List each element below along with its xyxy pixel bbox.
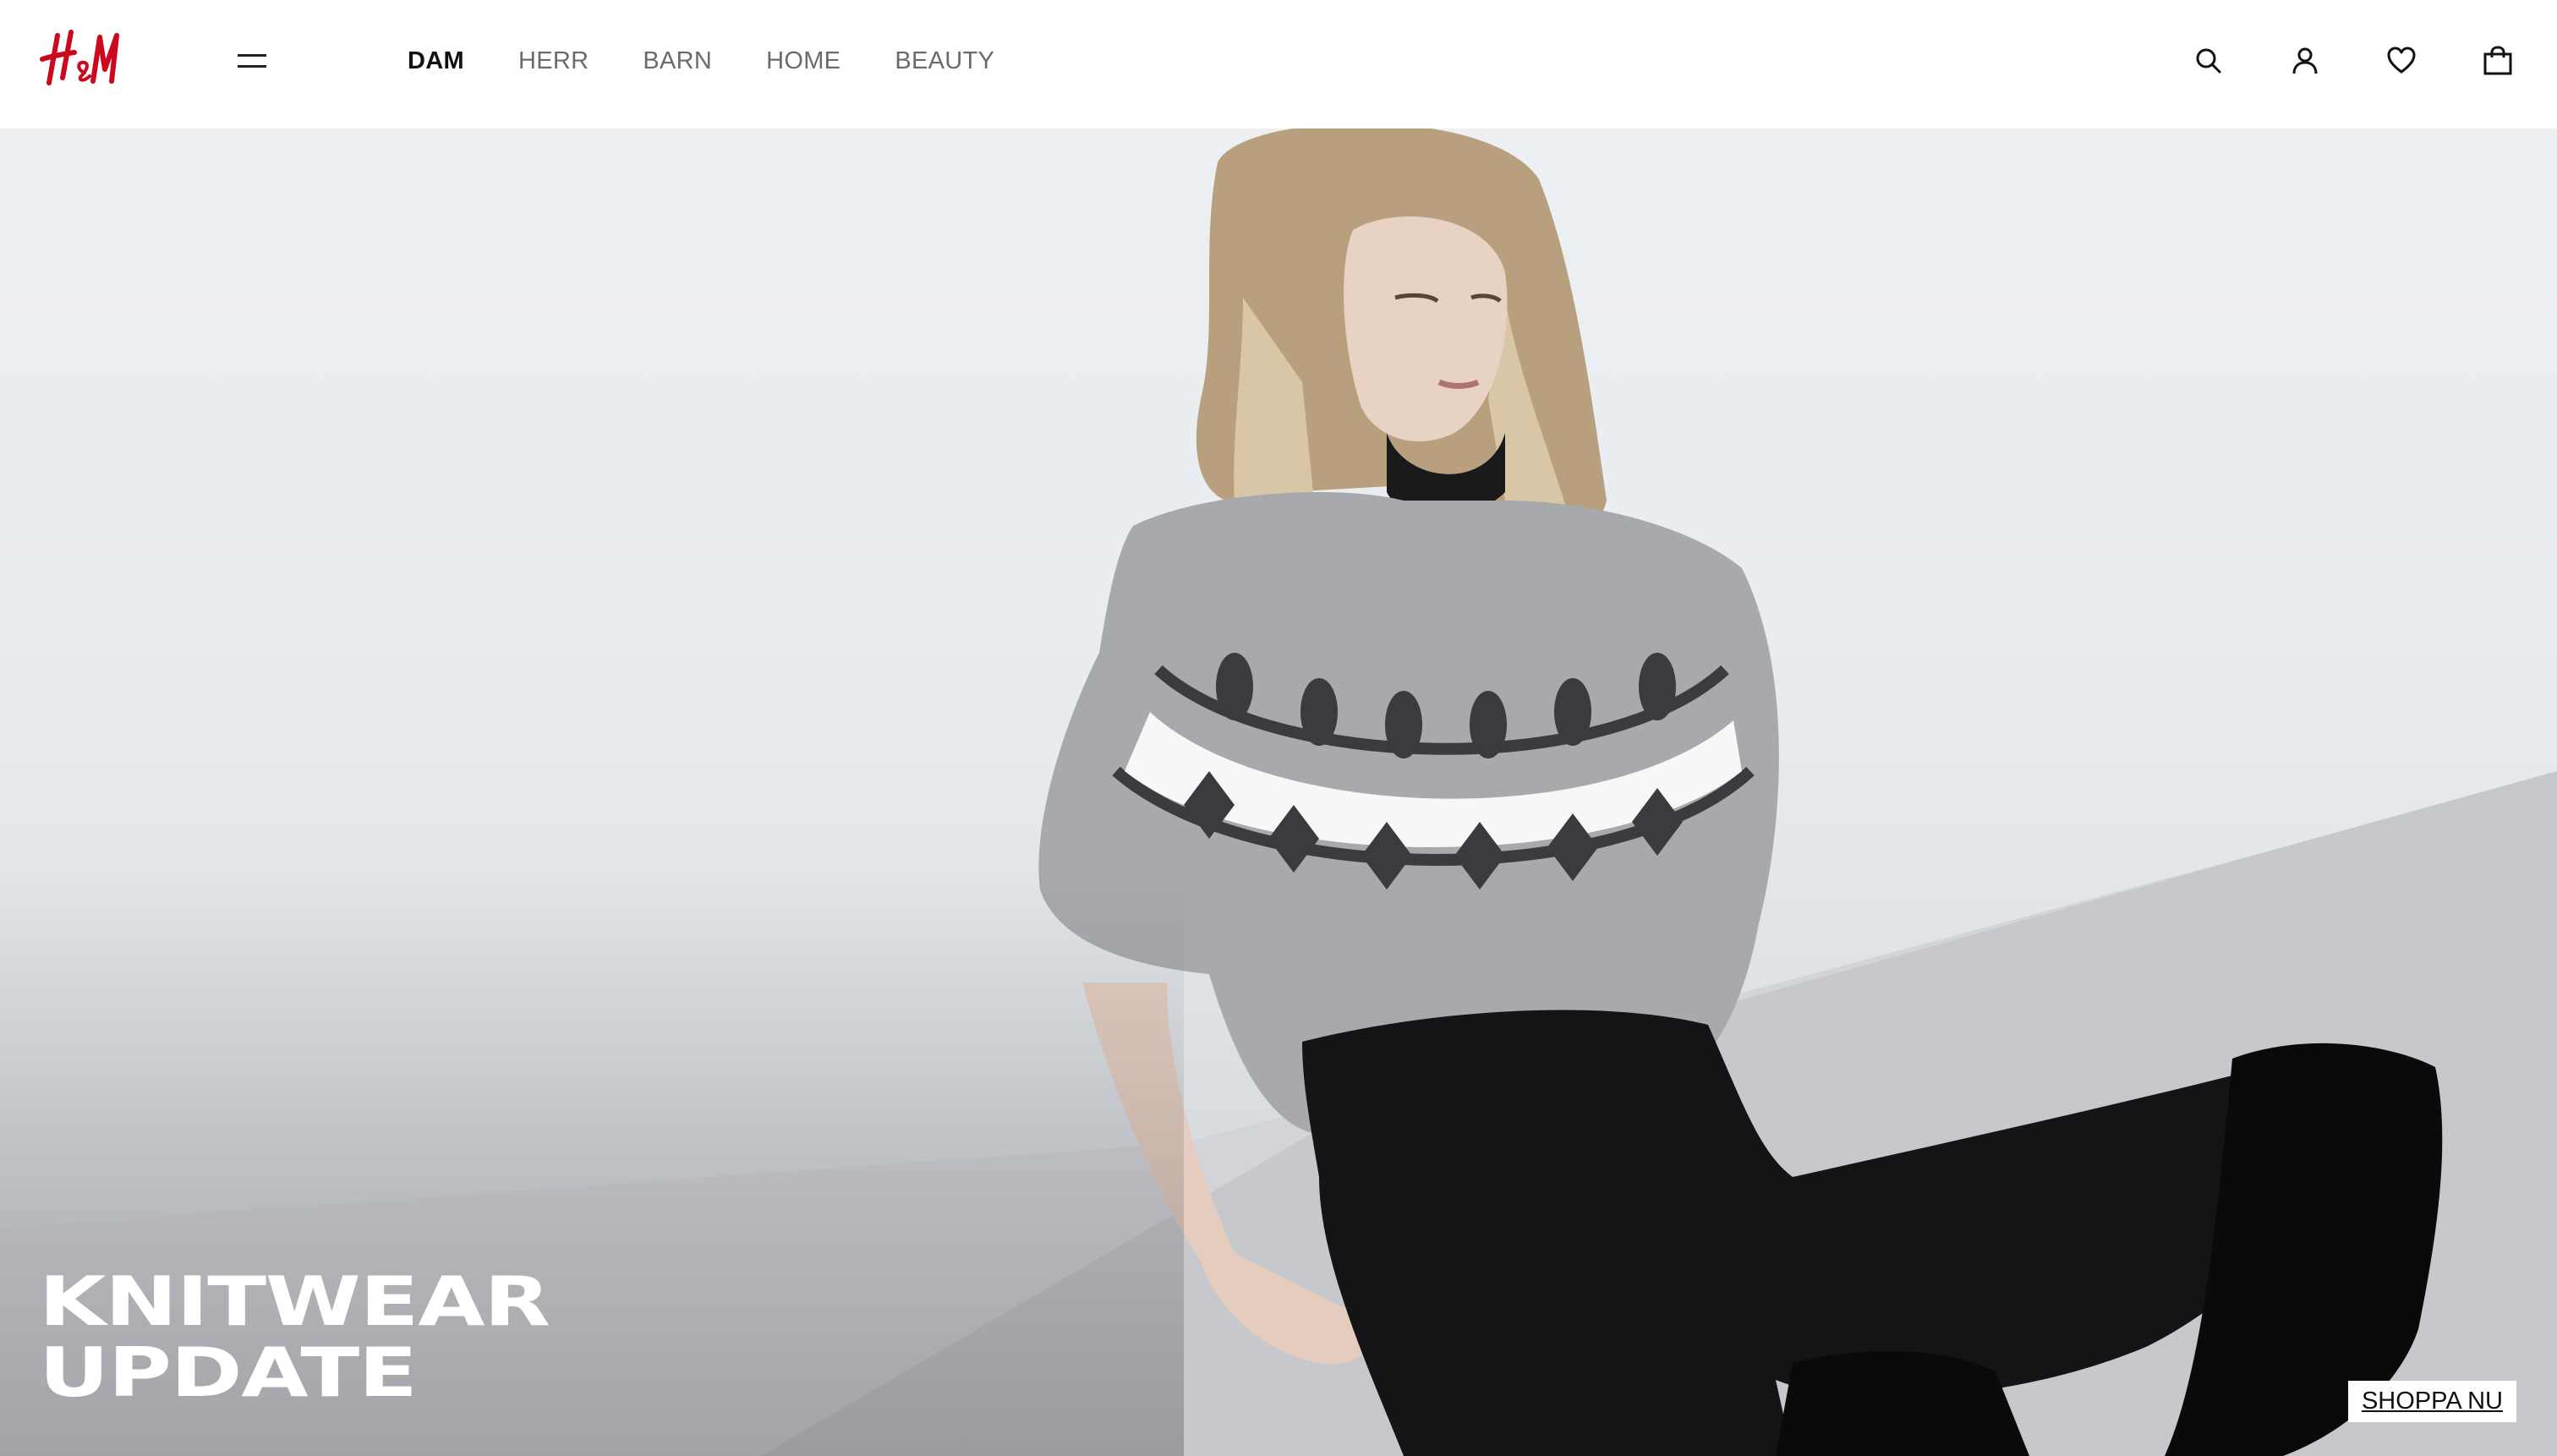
hero-headline-line1: KNITWEAR xyxy=(39,1262,550,1341)
nav-item-beauty[interactable]: BEAUTY xyxy=(895,47,994,75)
page: DAM HERR BARN HOME BEAUTY KNITWEAR UPDAT… xyxy=(0,0,2557,1456)
menu-line xyxy=(238,65,266,68)
hm-logo[interactable] xyxy=(37,27,127,88)
hm-logo-mark xyxy=(40,30,119,85)
hamburger-menu-icon[interactable] xyxy=(228,44,276,78)
account-button[interactable] xyxy=(2283,39,2327,83)
nav-item-herr[interactable]: HERR xyxy=(518,47,589,75)
menu-line xyxy=(238,54,266,57)
nav-item-home[interactable]: HOME xyxy=(766,47,840,75)
header-actions xyxy=(2187,37,2520,85)
heart-icon xyxy=(2387,47,2416,74)
account-icon xyxy=(2292,47,2318,74)
shop-now-button[interactable]: SHOPPA NU xyxy=(2347,1381,2516,1422)
search-icon xyxy=(2196,48,2221,74)
main-nav: DAM HERR BARN HOME BEAUTY xyxy=(408,41,994,81)
site-header: DAM HERR BARN HOME BEAUTY xyxy=(0,0,2557,129)
hero-banner[interactable]: KNITWEAR UPDATE SHOPPA NU xyxy=(0,129,2557,1456)
shopping-bag-icon xyxy=(2483,46,2512,75)
nav-item-barn[interactable]: BARN xyxy=(643,47,712,75)
shopping-bag-button[interactable] xyxy=(2476,39,2520,83)
favourites-button[interactable] xyxy=(2379,39,2423,83)
nav-item-dam[interactable]: DAM xyxy=(408,47,464,75)
search-button[interactable] xyxy=(2187,39,2231,83)
hero-headline-line2: UPDATE xyxy=(39,1333,418,1412)
hero-headline: KNITWEAR UPDATE xyxy=(39,1267,550,1409)
